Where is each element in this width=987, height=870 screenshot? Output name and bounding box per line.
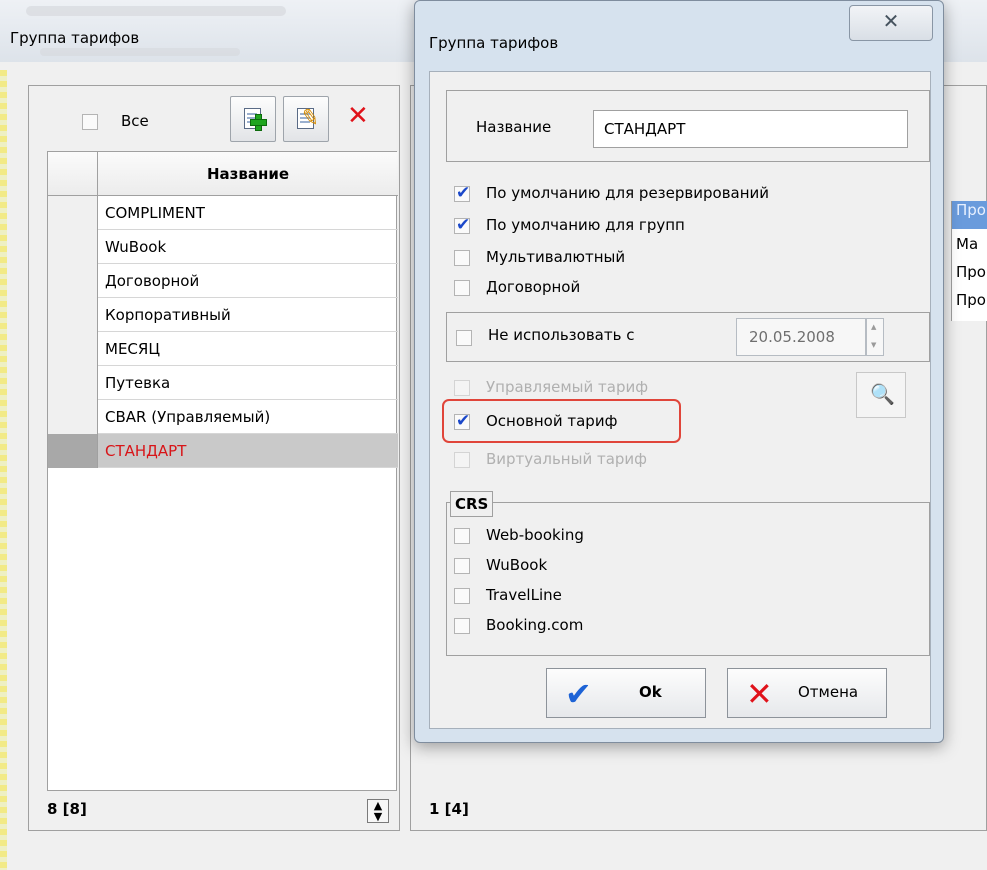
record-count: 1 [4] bbox=[429, 800, 469, 818]
row-indicator bbox=[48, 230, 98, 264]
multicurrency-label: Мультивалютный bbox=[486, 248, 626, 266]
date-spinner[interactable] bbox=[866, 318, 884, 356]
virtual-tariff-checkbox[interactable] bbox=[454, 452, 470, 468]
ok-button[interactable]: ✔ Ok bbox=[546, 668, 706, 718]
name-input[interactable] bbox=[593, 110, 908, 148]
contract-label: Договорной bbox=[486, 278, 581, 296]
crs-checkbox-booking-com[interactable] bbox=[454, 618, 470, 634]
main-tariff-checkbox[interactable] bbox=[454, 411, 470, 431]
virtual-tariff-label: Виртуальный тариф bbox=[486, 450, 647, 468]
grid-header: Название bbox=[48, 152, 398, 196]
table-row[interactable]: Путевка bbox=[48, 366, 398, 400]
row-indicator bbox=[48, 366, 98, 400]
delete-x-icon: ✕ bbox=[347, 101, 369, 131]
table-row[interactable]: CBAR (Управляемый) bbox=[48, 400, 398, 434]
row-name-cell: Договорной bbox=[105, 272, 200, 290]
row-indicator bbox=[48, 434, 98, 468]
not-use-since-checkbox[interactable] bbox=[456, 330, 472, 346]
row-indicator bbox=[48, 400, 98, 434]
tariffs-grid: Про Ма Про Про bbox=[951, 201, 987, 321]
grid-indicator-header bbox=[48, 152, 98, 196]
grid-cell[interactable]: Про bbox=[956, 263, 986, 281]
tariff-groups-grid: Название COMPLIMENT WuBook Договорной Ко… bbox=[47, 151, 398, 791]
accent-stripe bbox=[0, 70, 7, 870]
contract-checkbox[interactable] bbox=[454, 280, 470, 296]
crs-label-web-booking: Web-booking bbox=[486, 526, 584, 544]
row-name-cell: СТАНДАРТ bbox=[105, 442, 187, 460]
dialog-title: Группа тарифов bbox=[429, 34, 559, 52]
crs-group-title: CRS bbox=[450, 491, 494, 517]
table-row[interactable]: WuBook bbox=[48, 230, 398, 264]
cancel-button-label: Отмена bbox=[798, 683, 859, 701]
tariff-group-dialog: Группа тарифов ✕ Название По умолчанию д… bbox=[414, 0, 944, 743]
table-row-selected[interactable]: СТАНДАРТ bbox=[48, 434, 398, 468]
record-count: 8 [8] bbox=[47, 800, 87, 818]
magnifier-icon: 🔍 bbox=[870, 382, 895, 406]
row-name-cell: CBAR (Управляемый) bbox=[105, 408, 271, 426]
cancel-button[interactable]: ✕ Отмена bbox=[727, 668, 887, 718]
main-window-title: Группа тарифов bbox=[10, 29, 140, 47]
dialog-content: Название По умолчанию для резервирований… bbox=[429, 71, 931, 729]
default-reservations-label: По умолчанию для резервирований bbox=[486, 184, 770, 202]
main-tariff-label: Основной тариф bbox=[486, 412, 618, 430]
select-all-label: Все bbox=[121, 112, 149, 130]
row-name-cell: МЕСЯЦ bbox=[105, 340, 160, 358]
managed-tariff-checkbox[interactable] bbox=[454, 380, 470, 396]
add-button[interactable] bbox=[230, 96, 276, 142]
default-groups-label: По умолчанию для групп bbox=[486, 216, 685, 234]
lookup-button[interactable]: 🔍 bbox=[856, 372, 906, 418]
ok-button-label: Ok bbox=[639, 683, 662, 701]
name-label: Название bbox=[476, 118, 552, 136]
grid-cell[interactable]: Ма bbox=[956, 235, 978, 253]
row-indicator bbox=[48, 298, 98, 332]
pencil-icon: ✎ bbox=[298, 104, 322, 133]
row-indicator bbox=[48, 264, 98, 298]
crs-checkbox-web-booking[interactable] bbox=[454, 528, 470, 544]
row-name-cell: Корпоративный bbox=[105, 306, 231, 324]
row-name-cell: Путевка bbox=[105, 374, 171, 392]
grid-cell[interactable]: Про bbox=[956, 291, 986, 309]
row-name-cell: WuBook bbox=[105, 238, 167, 256]
crs-label-travelline: TravelLine bbox=[486, 586, 562, 604]
select-all-checkbox[interactable] bbox=[82, 114, 98, 130]
tariff-groups-panel: Все ✎ ✕ Название COMPLIMENT WuBook Догов… bbox=[28, 85, 400, 831]
crs-checkbox-travelline[interactable] bbox=[454, 588, 470, 604]
row-name-cell: COMPLIMENT bbox=[105, 204, 205, 222]
cancel-x-icon: ✕ bbox=[746, 675, 773, 713]
column-header-name[interactable]: Название bbox=[98, 152, 398, 196]
edit-button[interactable]: ✎ bbox=[283, 96, 329, 142]
crs-checkbox-wubook[interactable] bbox=[454, 558, 470, 574]
close-button[interactable]: ✕ bbox=[849, 5, 933, 41]
row-indicator bbox=[48, 332, 98, 366]
row-indicator bbox=[48, 196, 98, 230]
default-reservations-checkbox[interactable] bbox=[454, 183, 470, 203]
not-use-since-label: Не использовать с bbox=[488, 326, 635, 344]
table-row[interactable]: Договорной bbox=[48, 264, 398, 298]
managed-tariff-label: Управляемый тариф bbox=[486, 378, 649, 396]
grid-cell-selected[interactable]: Про bbox=[952, 201, 987, 229]
default-groups-checkbox[interactable] bbox=[454, 215, 470, 235]
table-row[interactable]: Корпоративный bbox=[48, 298, 398, 332]
multicurrency-checkbox[interactable] bbox=[454, 250, 470, 266]
record-spinner[interactable]: ▲ ▼ bbox=[367, 799, 389, 823]
checkmark-icon: ✔ bbox=[565, 675, 592, 713]
not-use-date-field[interactable]: 20.05.2008 bbox=[736, 318, 866, 356]
blurred-title-fragment bbox=[40, 48, 240, 56]
plus-icon bbox=[250, 114, 267, 131]
crs-label-wubook: WuBook bbox=[486, 556, 548, 574]
table-row[interactable]: COMPLIMENT bbox=[48, 196, 398, 230]
table-row[interactable]: МЕСЯЦ bbox=[48, 332, 398, 366]
delete-button[interactable]: ✕ bbox=[336, 96, 382, 142]
crs-label-booking-com: Booking.com bbox=[486, 616, 584, 634]
close-icon: ✕ bbox=[882, 9, 900, 33]
blurred-title-fragment bbox=[26, 6, 286, 16]
